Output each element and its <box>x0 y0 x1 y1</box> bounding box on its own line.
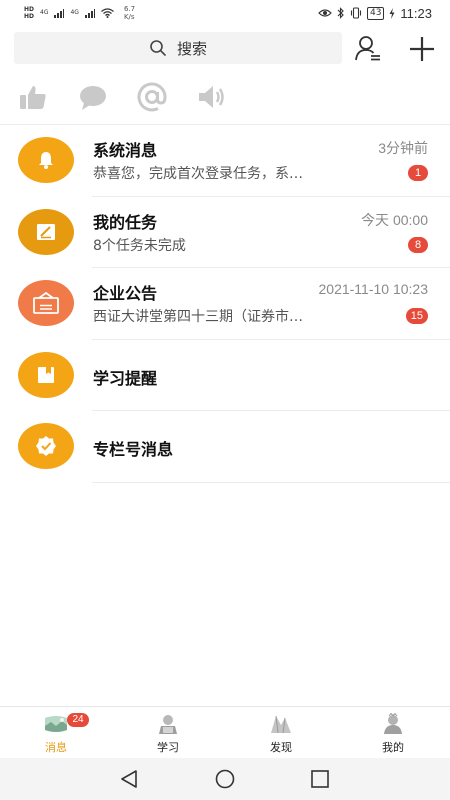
eye-icon <box>318 9 332 17</box>
home-icon[interactable] <box>213 768 237 790</box>
quick-actions <box>18 82 438 112</box>
search-icon <box>150 40 166 56</box>
message-time: 3分钟前 <box>378 140 428 156</box>
list-item[interactable]: 系统消息 3分钟前 恭喜您，完成首次登录任务，系… 1 <box>0 125 450 197</box>
message-preview: 西证大讲堂第四十三期（证券市… <box>93 309 303 325</box>
notebook-icon <box>38 366 54 383</box>
vibrate-icon <box>350 7 362 19</box>
speaker-icon[interactable] <box>197 82 227 112</box>
at-sign-icon[interactable] <box>137 82 167 112</box>
recents-icon[interactable] <box>308 768 332 790</box>
avatar <box>18 137 74 183</box>
tab-study[interactable]: 学习 <box>133 713 203 759</box>
message-time: 今天 00:00 <box>361 211 428 228</box>
unread-badge: 15 <box>405 308 428 324</box>
unread-badge: 8 <box>408 236 428 253</box>
message-preview: 恭喜您，完成首次登录任务，系… <box>93 166 303 182</box>
list-item[interactable]: 专栏号消息 <box>0 411 450 483</box>
sim1-label: HD <box>24 6 35 13</box>
speed-value: 6.7 <box>123 5 136 13</box>
sim2-label: HD <box>24 13 35 20</box>
task-edit-icon <box>37 223 55 240</box>
network-speed: 6.7 K/s <box>124 5 135 21</box>
tab-messages[interactable]: 消息 24 <box>21 713 91 759</box>
charging-icon <box>389 7 395 19</box>
thumbs-up-icon[interactable] <box>18 82 48 112</box>
clock: 11:23 <box>400 5 432 21</box>
comment-icon[interactable] <box>78 82 108 112</box>
signal-1-icon <box>54 8 65 18</box>
status-bar-right: 43 11:23 <box>318 6 432 21</box>
contacts-icon[interactable] <box>354 34 382 62</box>
bluetooth-icon <box>337 7 344 19</box>
message-time: 2021-11-10 10:23 <box>318 281 429 297</box>
tab-label: 发现 <box>270 741 292 754</box>
avatar <box>18 280 74 326</box>
avatar <box>18 423 74 469</box>
speed-unit: K/s <box>123 13 135 21</box>
verified-badge-icon <box>36 436 56 456</box>
message-title: 学习提醒 <box>93 368 158 388</box>
add-icon[interactable] <box>407 34 437 64</box>
sim-indicators: HD HD <box>24 6 34 20</box>
search-input[interactable]: 搜索 <box>14 32 342 64</box>
top-bar: 搜索 <box>0 32 450 64</box>
bottom-nav: 消息 24 学习 发现 我的 <box>0 706 450 758</box>
system-nav-bar <box>0 758 450 800</box>
status-bar: HD HD 4G 4G 6.7 K/s 43 11:23 <box>0 0 450 26</box>
message-title: 系统消息 <box>93 141 158 160</box>
search-placeholder: 搜索 <box>176 39 207 58</box>
list-item[interactable]: 我的任务 今天 00:00 8个任务未完成 8 <box>0 197 450 269</box>
message-title: 我的任务 <box>93 212 158 232</box>
unread-badge: 1 <box>408 165 428 181</box>
message-title: 专栏号消息 <box>93 440 174 459</box>
message-preview: 8个任务未完成 <box>93 237 186 254</box>
tab-label: 学习 <box>157 741 179 754</box>
network-2-label: 4G <box>70 9 79 16</box>
tab-profile[interactable]: 我的 <box>358 713 428 759</box>
message-title: 企业公告 <box>93 284 158 303</box>
list-item[interactable]: 企业公告 2021-11-10 10:23 西证大讲堂第四十三期（证券市… 15 <box>0 268 450 340</box>
bell-icon <box>39 152 53 169</box>
message-tab-icon <box>45 716 67 732</box>
tab-discover[interactable]: 发现 <box>246 713 316 759</box>
avatar <box>18 351 74 398</box>
avatar <box>18 208 74 255</box>
study-tab-icon <box>159 715 177 734</box>
message-list: 系统消息 3分钟前 恭喜您，完成首次登录任务，系… 1 我的任务 今天 00:0… <box>0 125 450 483</box>
battery-indicator: 43 <box>366 6 385 20</box>
discover-tab-icon <box>271 715 291 734</box>
announcement-icon <box>33 291 59 314</box>
tab-label: 消息 <box>45 741 67 754</box>
network-1-label: 4G <box>40 9 49 16</box>
wifi-icon <box>101 8 114 18</box>
back-icon[interactable] <box>117 768 141 790</box>
status-bar-left: HD HD 4G 4G 6.7 K/s <box>24 5 135 21</box>
tab-label: 我的 <box>382 741 404 754</box>
signal-2-icon <box>84 8 95 18</box>
unread-count-badge: 24 <box>67 713 89 727</box>
list-item[interactable]: 学习提醒 <box>0 340 450 412</box>
profile-tab-icon <box>384 713 402 734</box>
